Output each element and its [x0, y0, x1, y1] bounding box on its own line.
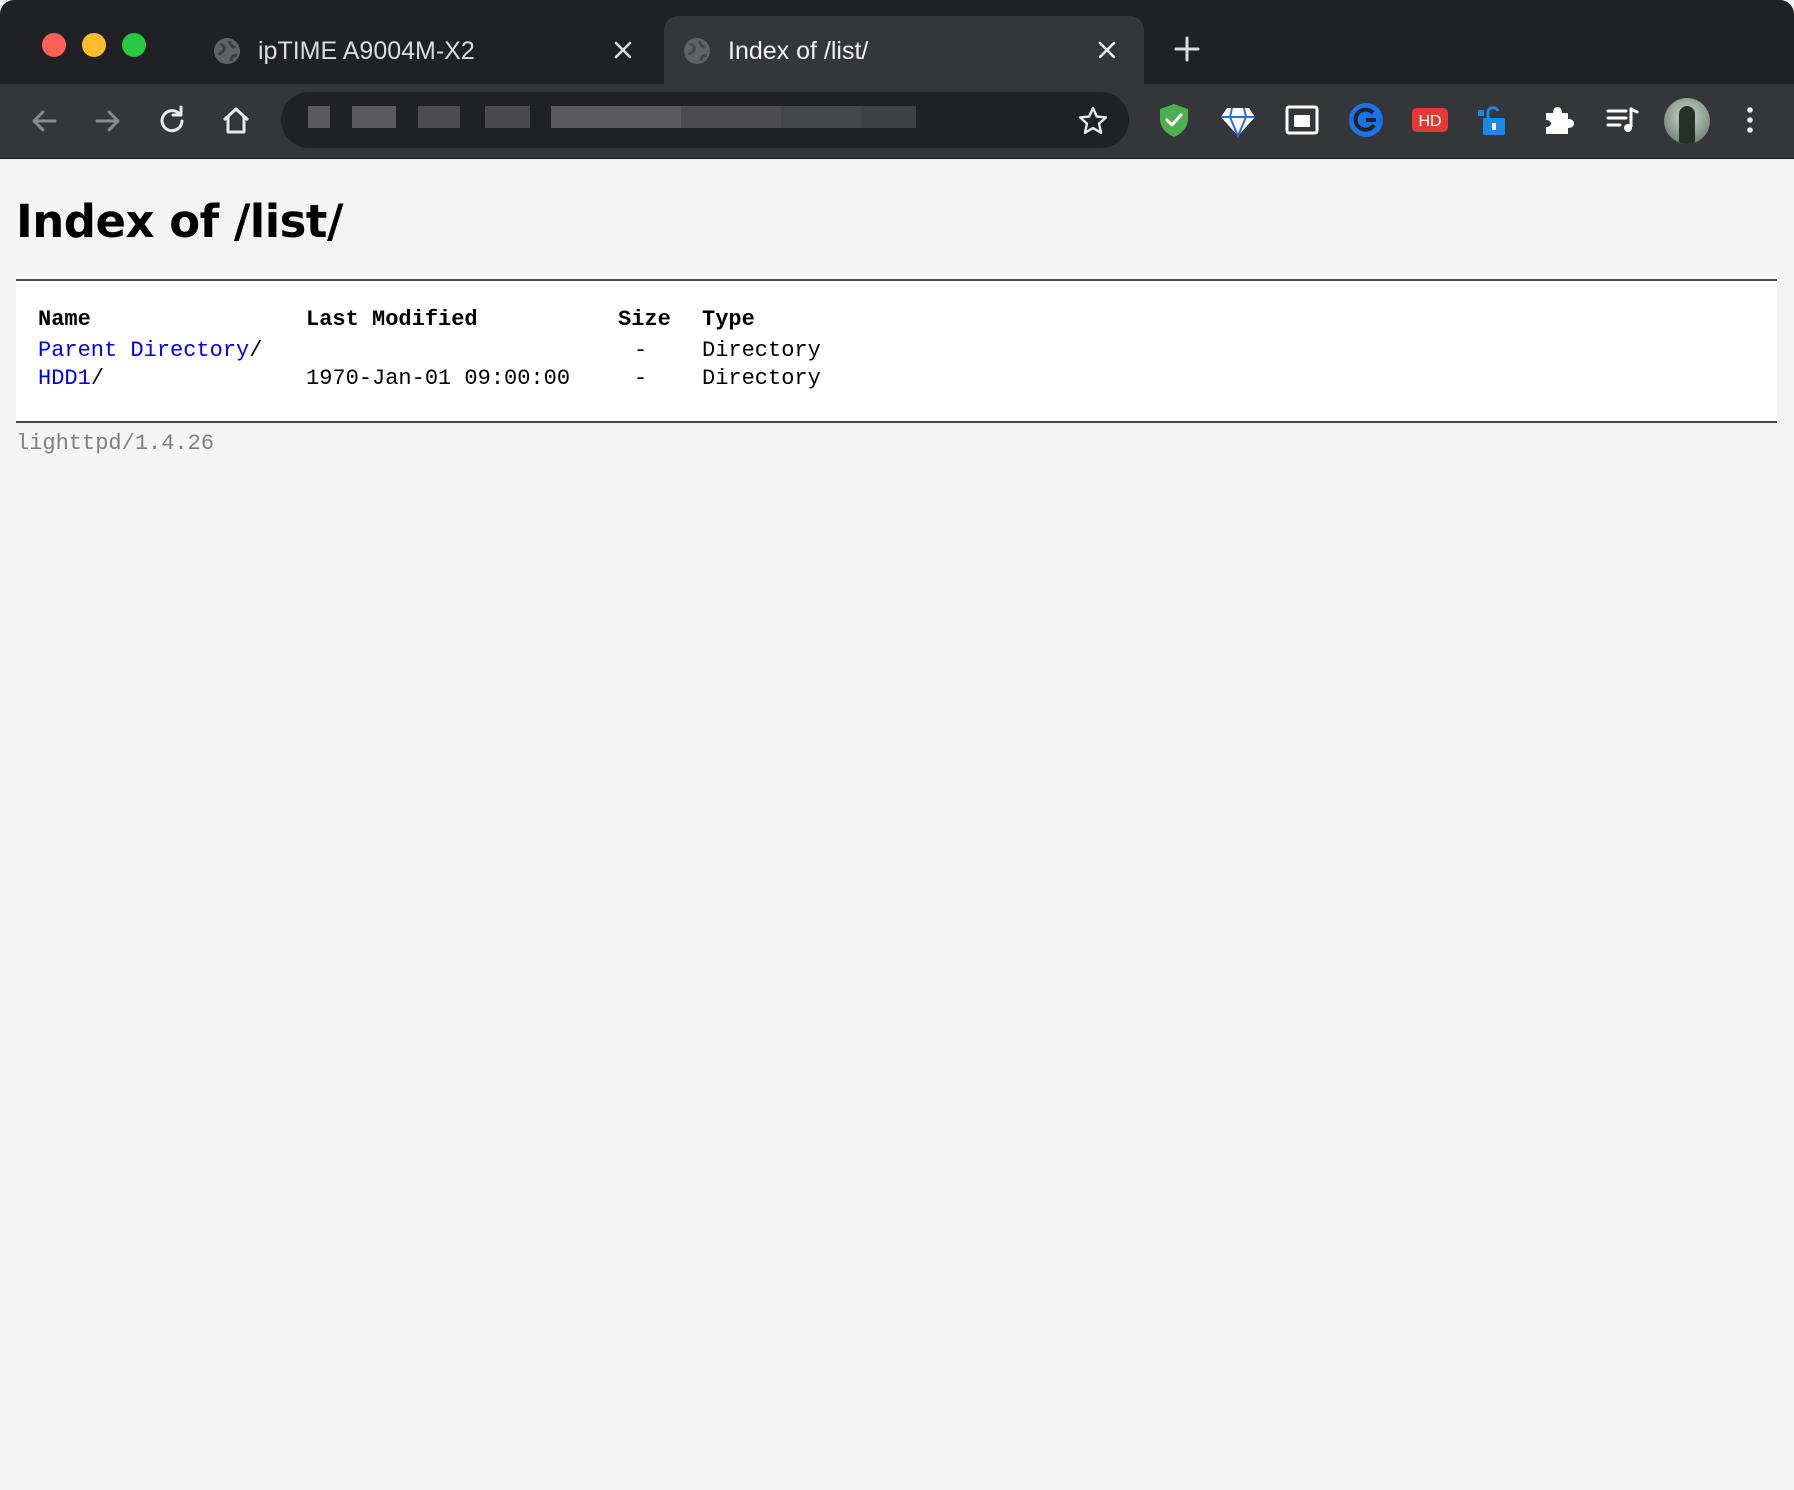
tab-index-list[interactable]: Index of /list/ [664, 16, 1144, 84]
table-row: HDD1/ 1970-Jan-01 09:00:00 - Directory [38, 365, 821, 393]
circle-c-icon[interactable] [1346, 100, 1386, 140]
picture-in-picture-icon[interactable] [1282, 100, 1322, 140]
modified-cell [306, 337, 618, 365]
table-row: Parent Directory/ - Directory [38, 337, 821, 365]
star-icon[interactable] [1077, 105, 1109, 137]
puzzle-icon[interactable] [1538, 100, 1578, 140]
redacted-url-block [781, 106, 861, 128]
name-cell: Parent Directory/ [38, 337, 306, 365]
arrow-left-icon[interactable] [25, 102, 63, 140]
diamond-icon[interactable] [1218, 100, 1258, 140]
redacted-url-block [681, 106, 781, 128]
avatar-figure [1679, 106, 1695, 144]
tab-title: Index of /list/ [728, 37, 869, 65]
maximize-window-button[interactable] [122, 33, 146, 57]
redacted-url-block [485, 106, 530, 128]
arrow-right-icon[interactable] [89, 102, 127, 140]
globe-icon [684, 38, 710, 64]
tab-strip: ipTIME A9004M-X2 Index of /list/ [0, 0, 1794, 84]
page-title: Index of /list/ [16, 195, 343, 248]
close-tab-icon[interactable] [608, 35, 638, 65]
minimize-window-button[interactable] [82, 33, 106, 57]
tab-iptime[interactable]: ipTIME A9004M-X2 [194, 16, 660, 84]
media-queue-icon[interactable] [1602, 100, 1642, 140]
column-header-last-modified: Last Modified [306, 307, 478, 332]
directory-listing: Name Last Modified Size Type Parent Dire… [16, 279, 1777, 423]
server-signature: lighttpd/1.4.26 [16, 431, 215, 456]
unlock-icon[interactable] [1474, 100, 1514, 140]
browser-window: ipTIME A9004M-X2 Index of /list/ HD Inde… [0, 0, 1794, 1490]
type-cell: Directory [702, 338, 821, 363]
directory-table: Name Last Modified Size Type Parent Dire… [38, 303, 821, 393]
globe-icon [214, 38, 240, 64]
column-header-name: Name [38, 307, 91, 332]
browser-toolbar: HD [0, 84, 1794, 159]
profile-avatar[interactable] [1664, 98, 1710, 144]
size-cell: - [634, 338, 648, 363]
size-cell: - [634, 366, 648, 391]
parent-directory-link[interactable]: Parent Directory [38, 338, 249, 363]
name-cell: HDD1/ [38, 365, 306, 393]
close-tab-icon[interactable] [1092, 35, 1122, 65]
path-suffix: / [249, 338, 263, 363]
page-content: Index of /list/ Name Last Modified Size … [0, 159, 1794, 1490]
close-window-button[interactable] [42, 33, 66, 57]
redacted-url-block [352, 106, 396, 128]
redacted-url-block [418, 106, 460, 128]
new-tab-icon[interactable] [1172, 34, 1202, 64]
modified-cell: 1970-Jan-01 09:00:00 [306, 366, 571, 391]
path-suffix: / [90, 366, 105, 391]
kebab-menu-icon[interactable] [1730, 100, 1770, 140]
svg-text:HD: HD [1418, 113, 1441, 130]
shield-check-icon[interactable] [1154, 100, 1194, 140]
home-icon[interactable] [217, 102, 255, 140]
tab-title: ipTIME A9004M-X2 [258, 37, 475, 65]
hdd1-link[interactable]: HDD1 [38, 366, 91, 391]
redacted-url-block [551, 106, 681, 128]
address-bar[interactable] [281, 92, 1129, 148]
type-cell: Directory [702, 366, 821, 391]
column-header-type: Type [702, 307, 755, 332]
table-header-row: Name Last Modified Size Type [38, 303, 821, 337]
redacted-url-block [861, 106, 916, 128]
column-header-size: Size [618, 307, 671, 332]
reload-icon[interactable] [153, 102, 191, 140]
hd-badge-icon[interactable]: HD [1410, 100, 1450, 140]
redacted-url-block [308, 106, 330, 128]
